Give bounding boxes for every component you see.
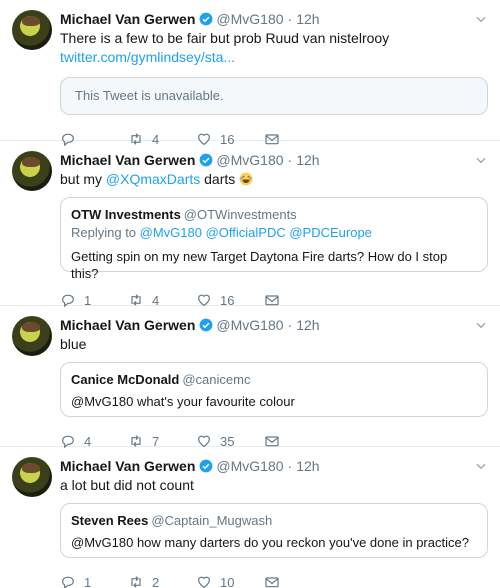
retweet-icon (131, 576, 141, 588)
quoted-author-name: Canice McDonald (71, 372, 180, 387)
quoted-author-name: Steven Rees (71, 513, 149, 528)
reply-count: 1 (84, 574, 92, 588)
avatar[interactable] (12, 10, 52, 50)
tweet[interactable]: Michael Van Gerwen @MvG180 · 12h blue Ca… (0, 306, 500, 449)
tweet-time[interactable]: 12h (296, 152, 319, 168)
author-name[interactable]: Michael Van Gerwen (60, 317, 195, 333)
replying-to: Replying to @MvG180 @OfficialPDC @PDCEur… (71, 225, 477, 240)
tweet-text-body: but my (60, 171, 106, 187)
tweet-text-body: darts (200, 171, 236, 187)
quoted-author-name: OTW Investments (71, 207, 181, 222)
replying-to-label: Replying to (71, 225, 140, 240)
avatar[interactable] (12, 151, 52, 191)
like-button[interactable]: 10 (196, 574, 264, 588)
verified-badge-icon (199, 12, 213, 26)
tweet-header: Michael Van Gerwen @MvG180 · 12h (60, 457, 488, 475)
separator-dot: · (287, 458, 293, 474)
author-name[interactable]: Michael Van Gerwen (60, 152, 195, 168)
quoted-author-handle: @OTWinvestments (183, 207, 297, 222)
reply-icon (62, 576, 74, 588)
tweet-text-body: There is a few to be fair but prob Ruud … (60, 30, 390, 46)
quoted-header: Canice McDonald @canicemc (71, 371, 477, 387)
author-handle[interactable]: @MvG180 (216, 458, 283, 474)
tweet[interactable]: Michael Van Gerwen @MvG180 · 12h There i… (0, 0, 500, 147)
quoted-header: Steven Rees @Captain_Mugwash (71, 512, 477, 528)
tweet-time[interactable]: 12h (296, 458, 319, 474)
tweet[interactable]: Michael Van Gerwen @MvG180 · 12h a lot b… (0, 447, 500, 588)
like-count: 10 (220, 574, 235, 588)
tweet-time[interactable]: 12h (296, 317, 319, 333)
retweet-count: 2 (152, 574, 160, 588)
tweet-header: Michael Van Gerwen @MvG180 · 12h (60, 316, 488, 334)
unavailable-tweet-card: This Tweet is unavailable. (60, 77, 488, 115)
timeline-feed: Michael Van Gerwen @MvG180 · 12h There i… (0, 0, 500, 588)
author-handle[interactable]: @MvG180 (216, 317, 283, 333)
tweet[interactable]: Michael Van Gerwen @MvG180 · 12h but my … (0, 141, 500, 308)
author-name[interactable]: Michael Van Gerwen (60, 458, 195, 474)
quoted-header: OTW Investments @OTWinvestments (71, 206, 477, 222)
separator-dot: · (287, 152, 293, 168)
tweet-header: Michael Van Gerwen @MvG180 · 12h (60, 151, 488, 169)
retweet-button[interactable]: 2 (128, 574, 196, 588)
verified-badge-icon (199, 459, 213, 473)
tweet-text: but my @XQmaxDarts darts (60, 170, 488, 189)
quoted-tweet[interactable]: Steven Rees @Captain_Mugwash @MvG180 how … (60, 503, 488, 558)
chevron-down-icon[interactable] (474, 12, 488, 26)
replying-to-mentions[interactable]: @MvG180 @OfficialPDC @PDCEurope (140, 225, 372, 240)
author-name[interactable]: Michael Van Gerwen (60, 11, 195, 27)
author-handle[interactable]: @MvG180 (216, 152, 283, 168)
avatar[interactable] (12, 457, 52, 497)
chevron-down-icon[interactable] (474, 459, 488, 473)
reply-button[interactable]: 1 (60, 574, 128, 588)
quoted-author-handle: @Captain_Mugwash (151, 513, 273, 528)
quoted-text: @MvG180 what's your favourite colour (71, 394, 295, 409)
separator-dot: · (287, 11, 293, 27)
author-handle[interactable]: @MvG180 (216, 11, 283, 27)
chevron-down-icon[interactable] (474, 318, 488, 332)
message-icon (265, 577, 279, 588)
message-button[interactable] (264, 574, 332, 588)
mention-link[interactable]: @XQmaxDarts (106, 171, 200, 187)
tweet-link[interactable]: twitter.com/gymlindsey/sta... (60, 49, 235, 65)
laughing-emoji-icon (239, 172, 253, 186)
chevron-down-icon[interactable] (474, 153, 488, 167)
tweet-actions: 1 2 10 (60, 562, 488, 588)
like-icon (198, 576, 210, 588)
quoted-tweet[interactable]: Canice McDonald @canicemc @MvG180 what's … (60, 362, 488, 417)
verified-badge-icon (199, 318, 213, 332)
quoted-tweet[interactable]: OTW Investments @OTWinvestments Replying … (60, 197, 488, 281)
tweet-text: There is a few to be fair but prob Ruud … (60, 29, 488, 67)
quoted-author-handle: @canicemc (182, 372, 251, 387)
separator-dot: · (287, 317, 293, 333)
verified-badge-icon (199, 153, 213, 167)
tweet-time[interactable]: 12h (296, 11, 319, 27)
tweet-text: a lot but did not count (60, 477, 194, 493)
quoted-text: Getting spin on my new Target Daytona Fi… (71, 249, 448, 281)
quoted-text: @MvG180 how many darters do you reckon y… (71, 535, 469, 550)
avatar[interactable] (12, 316, 52, 356)
tweet-text: blue (60, 336, 87, 352)
tweet-header: Michael Van Gerwen @MvG180 · 12h (60, 10, 488, 28)
